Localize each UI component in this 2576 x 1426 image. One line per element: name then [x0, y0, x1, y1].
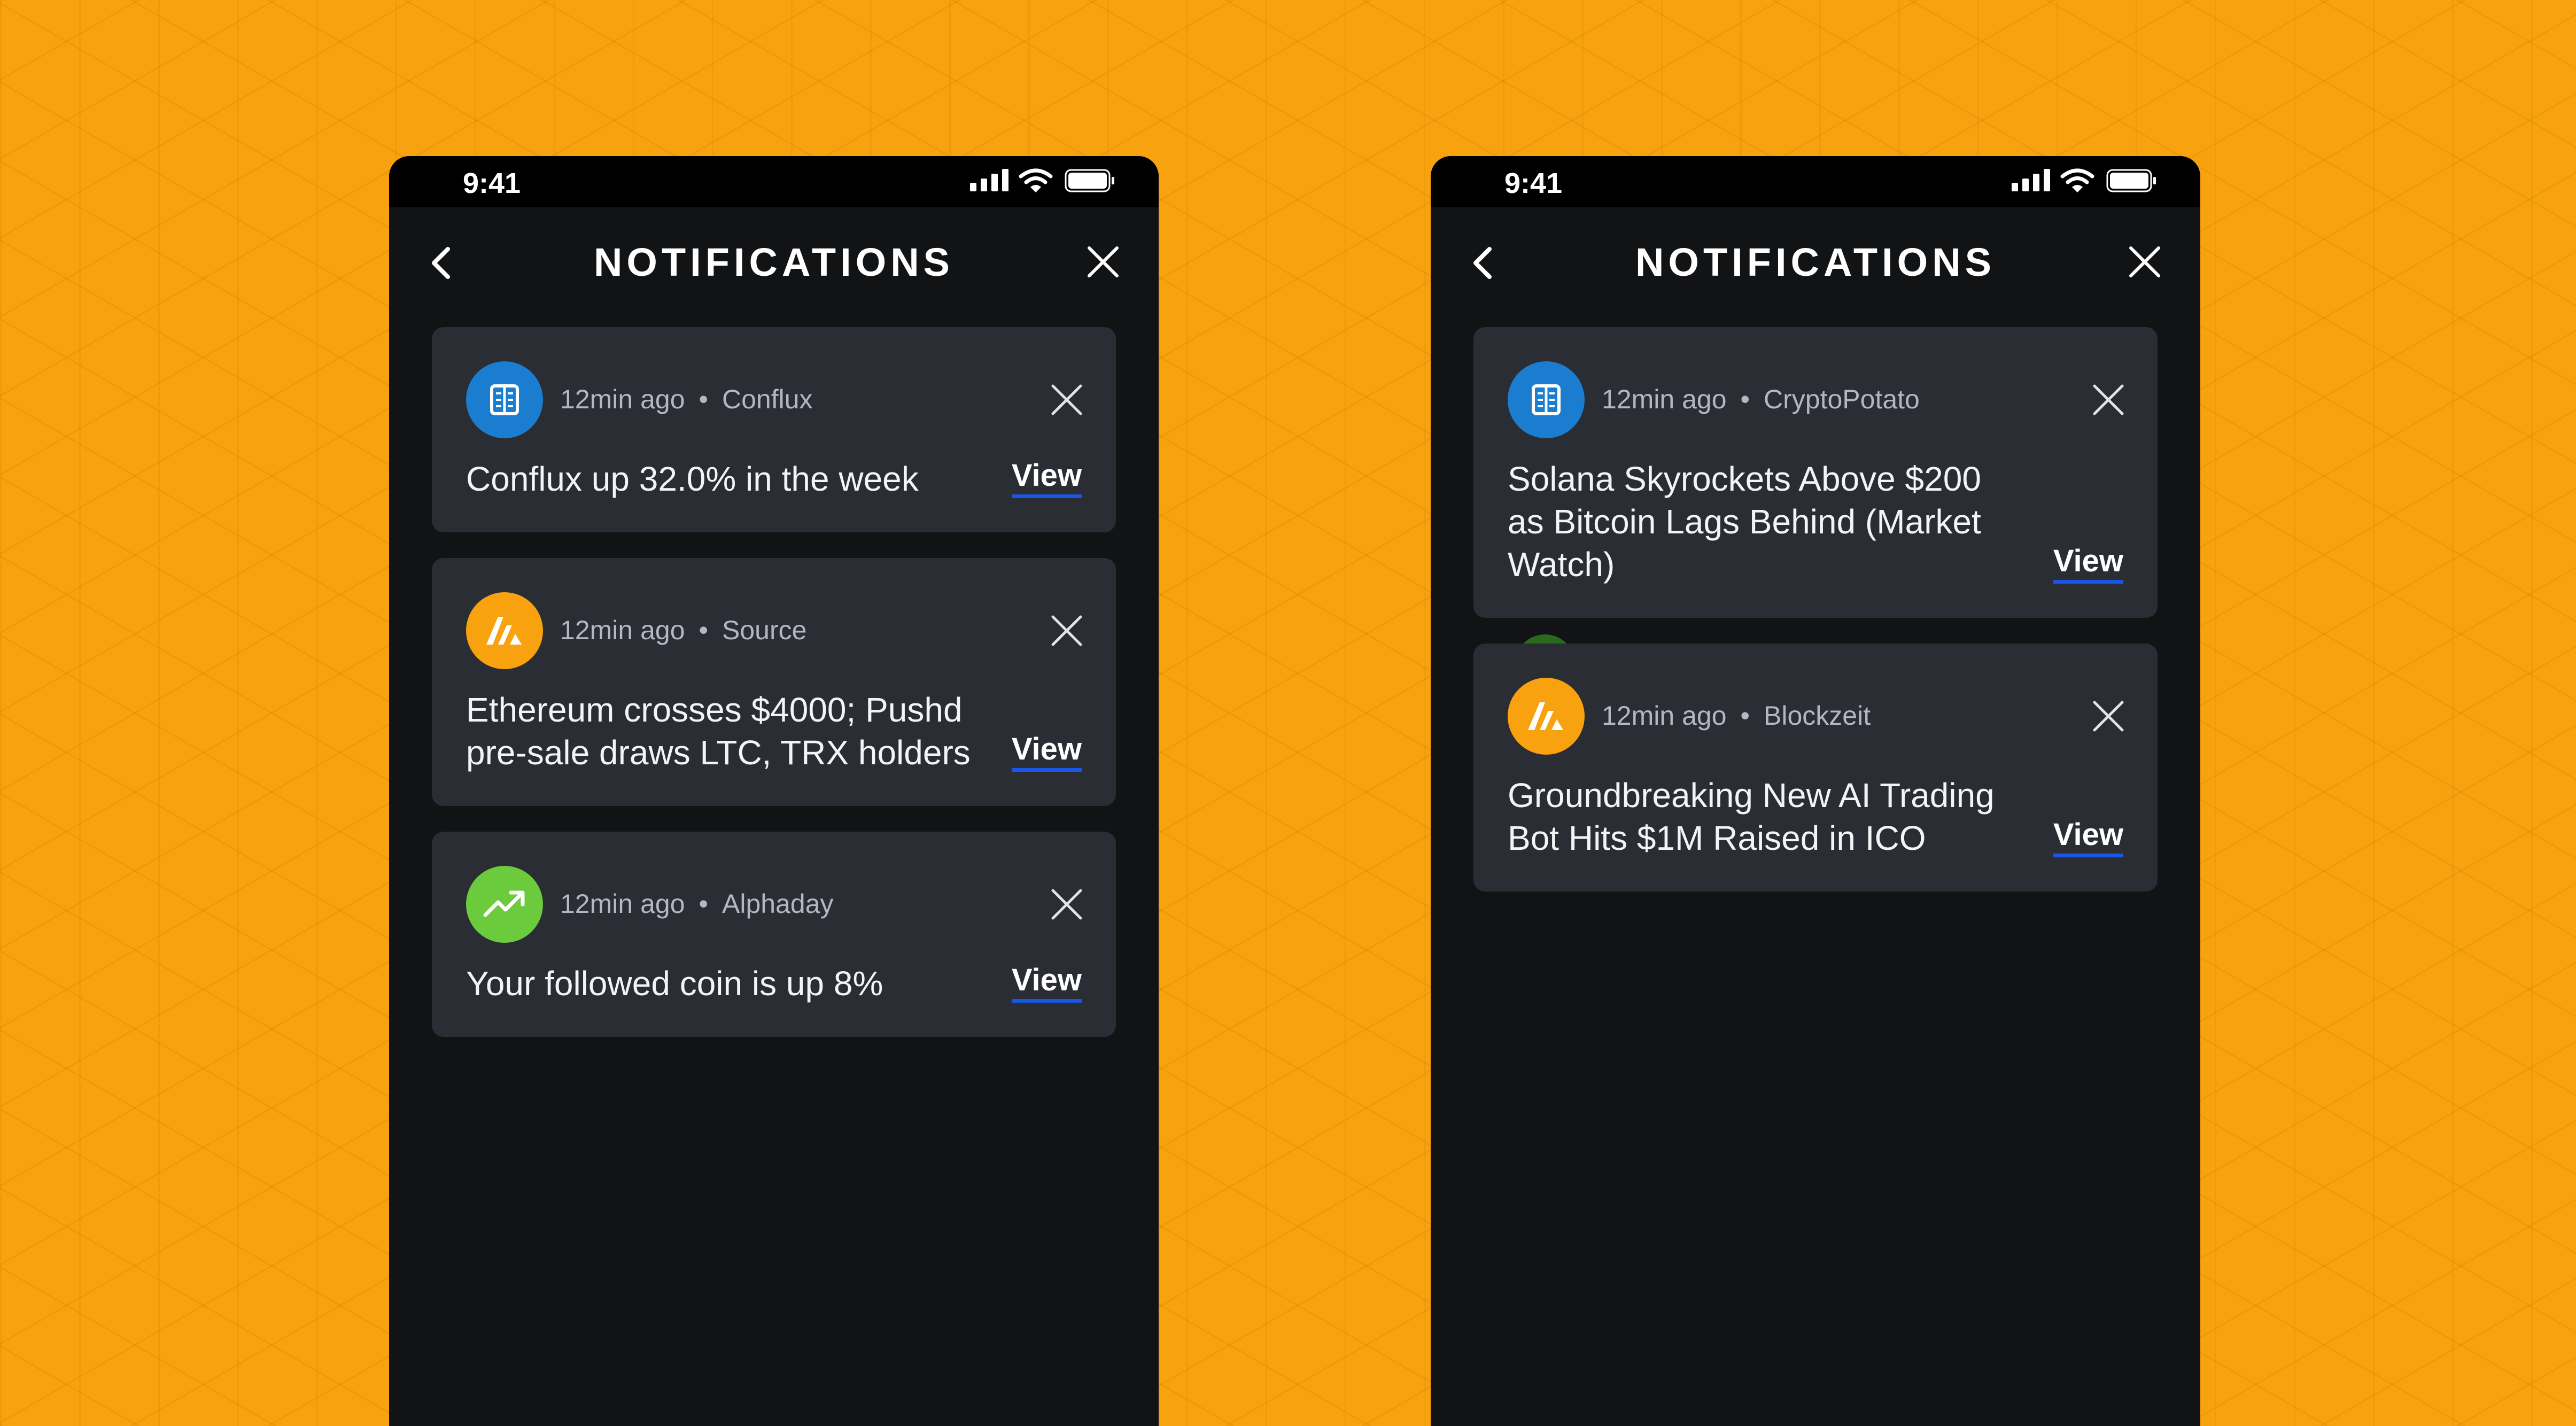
dismiss-icon[interactable] — [2091, 383, 2125, 417]
dismiss-icon[interactable] — [2091, 699, 2125, 733]
header: NOTIFICATIONS — [1431, 207, 2200, 320]
status-time: 9:41 — [1504, 167, 1563, 199]
notification-card: 12min ago • CryptoPotato Solana Skyrockets… — [1473, 327, 2158, 618]
close-icon[interactable] — [1086, 245, 1120, 279]
separator-dot: • — [699, 384, 709, 414]
page-title: NOTIFICATIONS — [1635, 240, 1996, 284]
source-logo-icon — [1508, 678, 1585, 755]
notification-meta: 12min ago • Blockzeit — [1602, 700, 1871, 731]
notification-card: 12min ago • Source Ethereum crosses $4000;… — [432, 558, 1116, 806]
source-logo-icon — [466, 592, 543, 669]
notification-headline: Conflux up 32.0% in the week — [466, 460, 919, 498]
notification-time: 12min ago — [560, 889, 685, 919]
dismiss-icon[interactable] — [1050, 614, 1084, 648]
header: NOTIFICATIONS — [389, 207, 1159, 320]
wifi-icon — [1019, 168, 1053, 192]
notification-meta: 12min ago • Source — [560, 615, 806, 646]
separator-dot: • — [1740, 384, 1750, 414]
notification-source: Source — [722, 615, 807, 645]
notification-headline: Groundbreaking New AI Trading Bot Hits $… — [1508, 776, 1995, 857]
notification-source: Conflux — [722, 384, 813, 414]
view-link[interactable]: View — [2053, 817, 2123, 857]
trending-up-icon — [466, 866, 543, 943]
dismiss-icon[interactable] — [1050, 383, 1084, 417]
notification-card: 12min ago • Conflux Conflux up 32.0% in th… — [432, 327, 1116, 532]
notification-source: CryptoPotato — [1764, 384, 1920, 414]
close-icon[interactable] — [2128, 245, 2162, 279]
page-title: NOTIFICATIONS — [593, 240, 955, 284]
notification-headline: Ethereum crosses $4000; Pushd pre-sale d… — [466, 691, 971, 772]
notification-meta: 12min ago • CryptoPotato — [1602, 384, 1920, 415]
notification-card: 12min ago • Blockzeit Groundbreaking New A… — [1473, 644, 2158, 892]
status-bar: 9:41 — [389, 156, 1159, 207]
notification-source: Blockzeit — [1764, 701, 1871, 731]
separator-dot: • — [1740, 701, 1750, 731]
notification-card: 12min ago • Alphaday Your followed coin is… — [432, 832, 1116, 1037]
signal-icon — [970, 169, 1008, 191]
separator-dot: • — [699, 889, 709, 919]
phone-screen-right: 9:41 NOTIFICATIONS 12min ago • CryptoPot… — [1431, 156, 2200, 1426]
separator-dot: • — [699, 615, 709, 645]
view-link[interactable]: View — [1011, 962, 1082, 1003]
notification-meta: 12min ago • Conflux — [560, 384, 813, 415]
notification-time: 12min ago — [1602, 701, 1727, 731]
notification-headline: Your followed coin is up 8% — [466, 964, 883, 1003]
newspaper-icon — [466, 361, 543, 438]
notification-source: Alphaday — [722, 889, 834, 919]
notification-meta: 12min ago • Alphaday — [560, 888, 834, 919]
phone-screen-left: 9:41 NOTIFICATIONS 12min ago • Conflux C… — [389, 156, 1159, 1426]
wifi-icon — [2060, 168, 2094, 192]
notification-time: 12min ago — [560, 615, 685, 645]
view-link[interactable]: View — [2053, 543, 2123, 584]
view-link[interactable]: View — [1011, 458, 1082, 498]
view-link[interactable]: View — [1011, 731, 1082, 772]
newspaper-icon — [1508, 361, 1585, 438]
notification-time: 12min ago — [560, 384, 685, 414]
battery-icon — [2106, 169, 2156, 192]
notification-headline: Solana Skyrockets Above $200 as Bitcoin … — [1508, 460, 1981, 584]
status-time: 9:41 — [463, 167, 521, 199]
signal-icon — [2012, 169, 2050, 191]
status-bar: 9:41 — [1431, 156, 2200, 207]
battery-icon — [1065, 169, 1114, 192]
dismiss-icon[interactable] — [1050, 887, 1084, 921]
notification-time: 12min ago — [1602, 384, 1727, 414]
